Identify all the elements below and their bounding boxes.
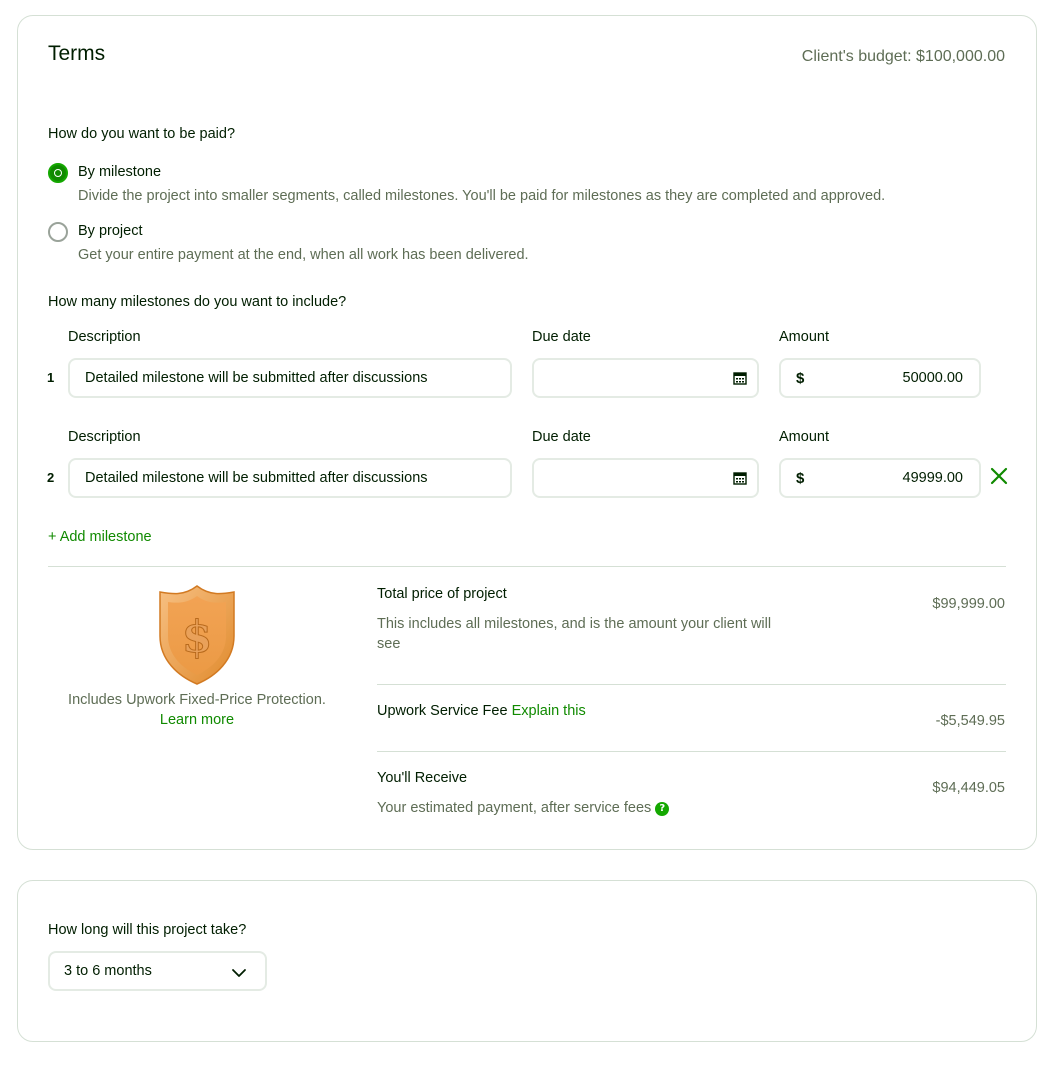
milestone-description-input[interactable]: Detailed milestone will be submitted aft… (68, 458, 512, 498)
explain-this-link[interactable]: Explain this (512, 703, 586, 719)
milestone-description-input[interactable]: Detailed milestone will be submitted aft… (68, 358, 512, 398)
chevron-down-icon (232, 969, 246, 977)
terms-card: Terms Client's budget: $100,000.00 How d… (17, 15, 1037, 850)
col-label-due-date: Due date (532, 429, 591, 445)
add-milestone-button[interactable]: + Add milestone (48, 529, 152, 545)
divider (377, 751, 1006, 752)
option-desc-milestone: Divide the project into smaller segments… (78, 188, 886, 204)
service-fee-label: Upwork Service Fee Explain this (377, 703, 586, 719)
col-label-amount: Amount (779, 329, 829, 345)
radio-by-project[interactable] (48, 222, 68, 242)
col-label-amount: Amount (779, 429, 829, 445)
learn-more-link[interactable]: Learn more (47, 712, 347, 728)
total-price-description: This includes all milestones, and is the… (377, 616, 772, 652)
col-label-description: Description (68, 429, 141, 445)
option-label-milestone[interactable]: By milestone (78, 164, 161, 180)
calendar-icon[interactable] (733, 371, 747, 385)
payment-question: How do you want to be paid? (48, 126, 236, 142)
milestone-due-date-input[interactable] (532, 458, 759, 498)
receive-description: Your estimated payment, after service fe… (377, 798, 670, 818)
service-fee-value: -$5,549.95 (935, 713, 1005, 729)
milestones-question: How many milestones do you want to inclu… (48, 294, 347, 310)
receive-description-text: Your estimated payment, after service fe… (377, 800, 652, 816)
receive-value: $94,449.05 (932, 780, 1005, 796)
duration-card: How long will this project take? 3 to 6 … (17, 880, 1037, 1042)
milestone-amount-input[interactable]: $ 50000.00 (779, 358, 981, 398)
description-value: Detailed milestone will be submitted aft… (85, 370, 428, 386)
amount-value: 50000.00 (902, 370, 963, 386)
milestone-number: 2 (47, 470, 55, 485)
service-fee-text: Upwork Service Fee (377, 703, 508, 719)
divider (48, 566, 1006, 567)
milestone-due-date-input[interactable] (532, 358, 759, 398)
duration-question: How long will this project take? (48, 922, 247, 938)
total-price-label: Total price of project (377, 586, 507, 602)
duration-select[interactable]: 3 to 6 months (48, 951, 267, 991)
shield-dollar-icon: $ (159, 585, 235, 685)
svg-text:$: $ (182, 612, 213, 663)
option-label-project[interactable]: By project (78, 223, 142, 239)
duration-selected-value: 3 to 6 months (64, 963, 152, 979)
receive-label: You'll Receive (377, 770, 468, 786)
client-budget: Client's budget: $100,000.00 (801, 48, 1005, 65)
total-price-value: $99,999.00 (932, 596, 1005, 612)
description-value: Detailed milestone will be submitted aft… (85, 470, 428, 486)
milestone-number: 1 (47, 370, 55, 385)
currency-symbol: $ (796, 370, 805, 387)
radio-by-milestone[interactable] (48, 163, 68, 183)
protection-text: Includes Upwork Fixed-Price Protection. (68, 692, 326, 708)
amount-value: 49999.00 (902, 470, 963, 486)
currency-symbol: $ (796, 470, 805, 487)
calendar-icon[interactable] (733, 471, 747, 485)
col-label-description: Description (68, 329, 141, 345)
close-icon[interactable] (989, 466, 1009, 486)
radio-unchecked-icon (48, 222, 68, 242)
milestone-amount-input[interactable]: $ 49999.00 (779, 458, 981, 498)
radio-checked-icon (48, 163, 68, 183)
help-icon[interactable]: ? (655, 802, 670, 816)
option-desc-project: Get your entire payment at the end, when… (78, 247, 529, 263)
col-label-due-date: Due date (532, 329, 591, 345)
section-title: Terms (48, 42, 106, 65)
divider (377, 684, 1006, 685)
